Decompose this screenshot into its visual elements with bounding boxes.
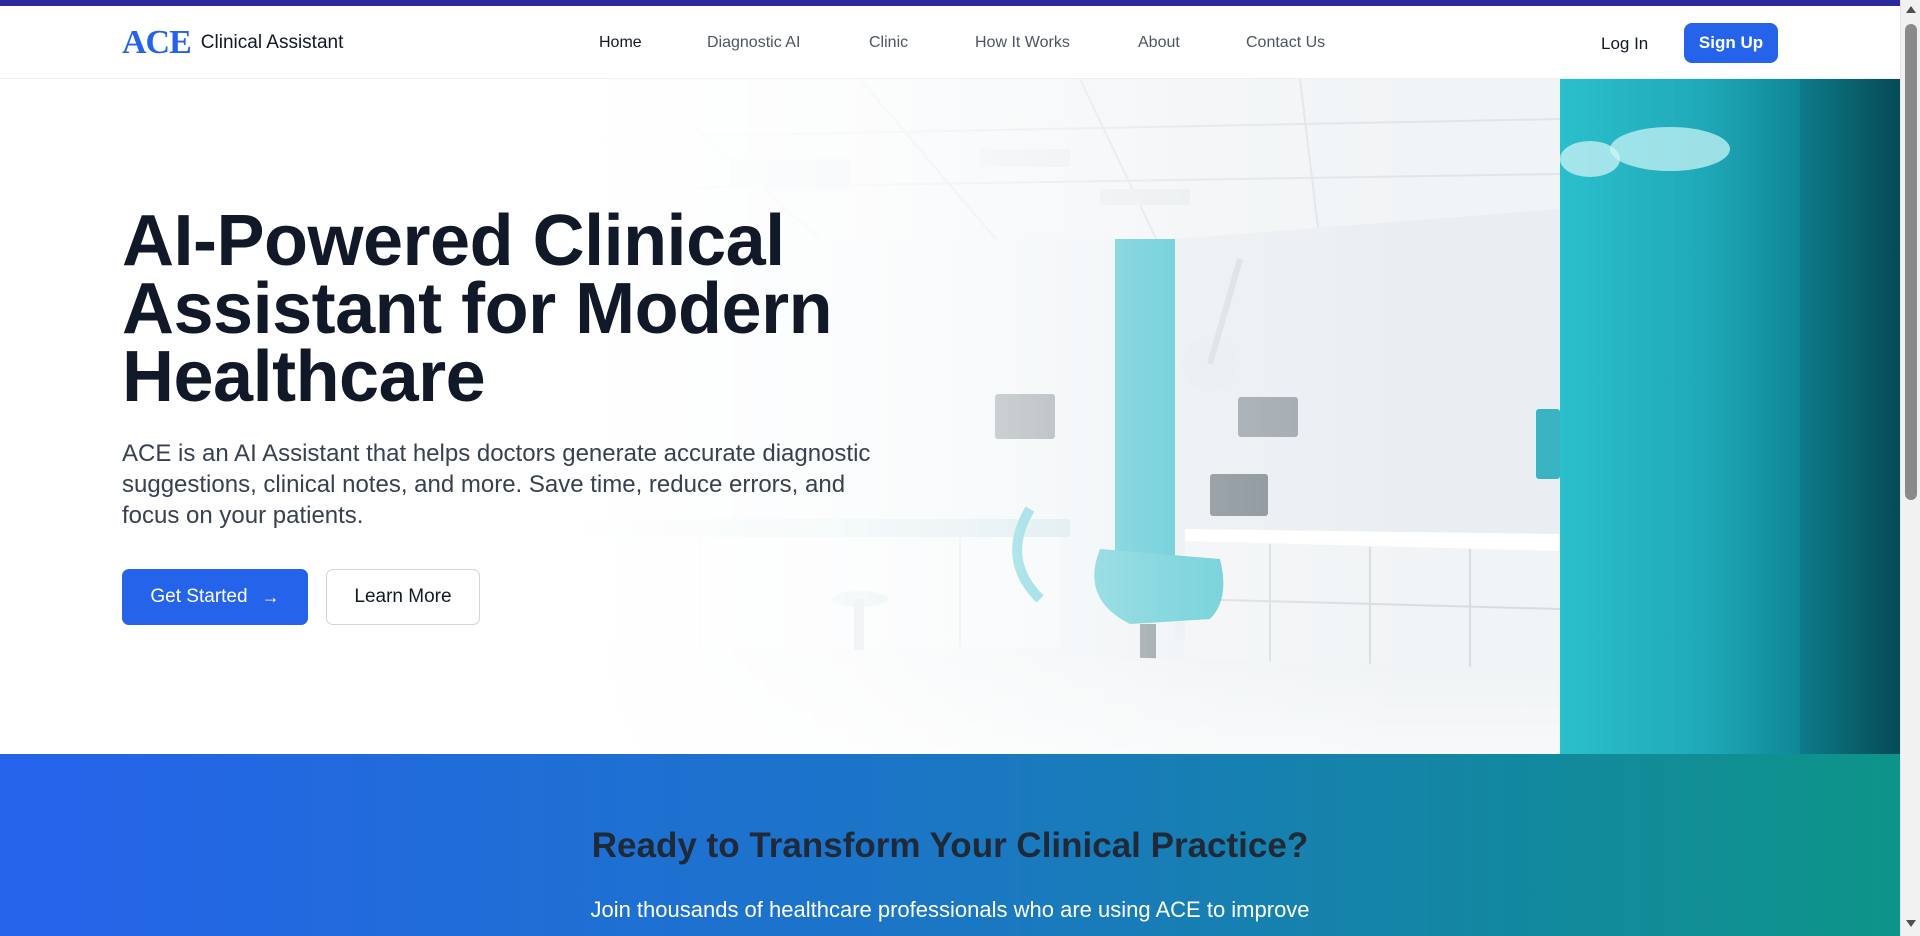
cta-section: Ready to Transform Your Clinical Practic… xyxy=(0,754,1900,936)
nav-home[interactable]: Home xyxy=(599,34,642,52)
login-link[interactable]: Log In xyxy=(1601,34,1648,54)
nav-diagnostic-ai[interactable]: Diagnostic AI xyxy=(707,34,800,52)
page-scrollbar[interactable] xyxy=(1900,0,1920,936)
nav-clinic[interactable]: Clinic xyxy=(869,34,908,52)
cta-text: Join thousands of healthcare professiona… xyxy=(590,897,1310,922)
scroll-up-arrow-icon[interactable] xyxy=(1906,6,1916,13)
learn-more-button[interactable]: Learn More xyxy=(326,569,480,625)
arrow-right-icon: → xyxy=(261,586,280,607)
nav-about[interactable]: About xyxy=(1138,34,1180,52)
scroll-down-arrow-icon[interactable] xyxy=(1906,920,1916,927)
nav-contact-us[interactable]: Contact Us xyxy=(1246,34,1325,52)
site-header: ACE Clinical Assistant Home Diagnostic A… xyxy=(0,6,1900,79)
hero-title-line-3: Healthcare xyxy=(122,337,486,417)
nav-how-it-works[interactable]: How It Works xyxy=(975,34,1070,52)
cta-title: Ready to Transform Your Clinical Practic… xyxy=(591,826,1309,865)
hero-description: ACE is an AI Assistant that helps doctor… xyxy=(122,440,871,529)
signup-button[interactable]: Sign Up xyxy=(1684,23,1778,63)
hero-title: AI-Powered Clinical Assistant for Modern… xyxy=(122,205,922,413)
get-started-label: Get Started xyxy=(150,586,248,607)
scroll-thumb[interactable] xyxy=(1905,24,1917,500)
hero-section: AI-Powered Clinical Assistant for Modern… xyxy=(0,79,1900,754)
get-started-button[interactable]: Get Started → xyxy=(122,569,308,625)
